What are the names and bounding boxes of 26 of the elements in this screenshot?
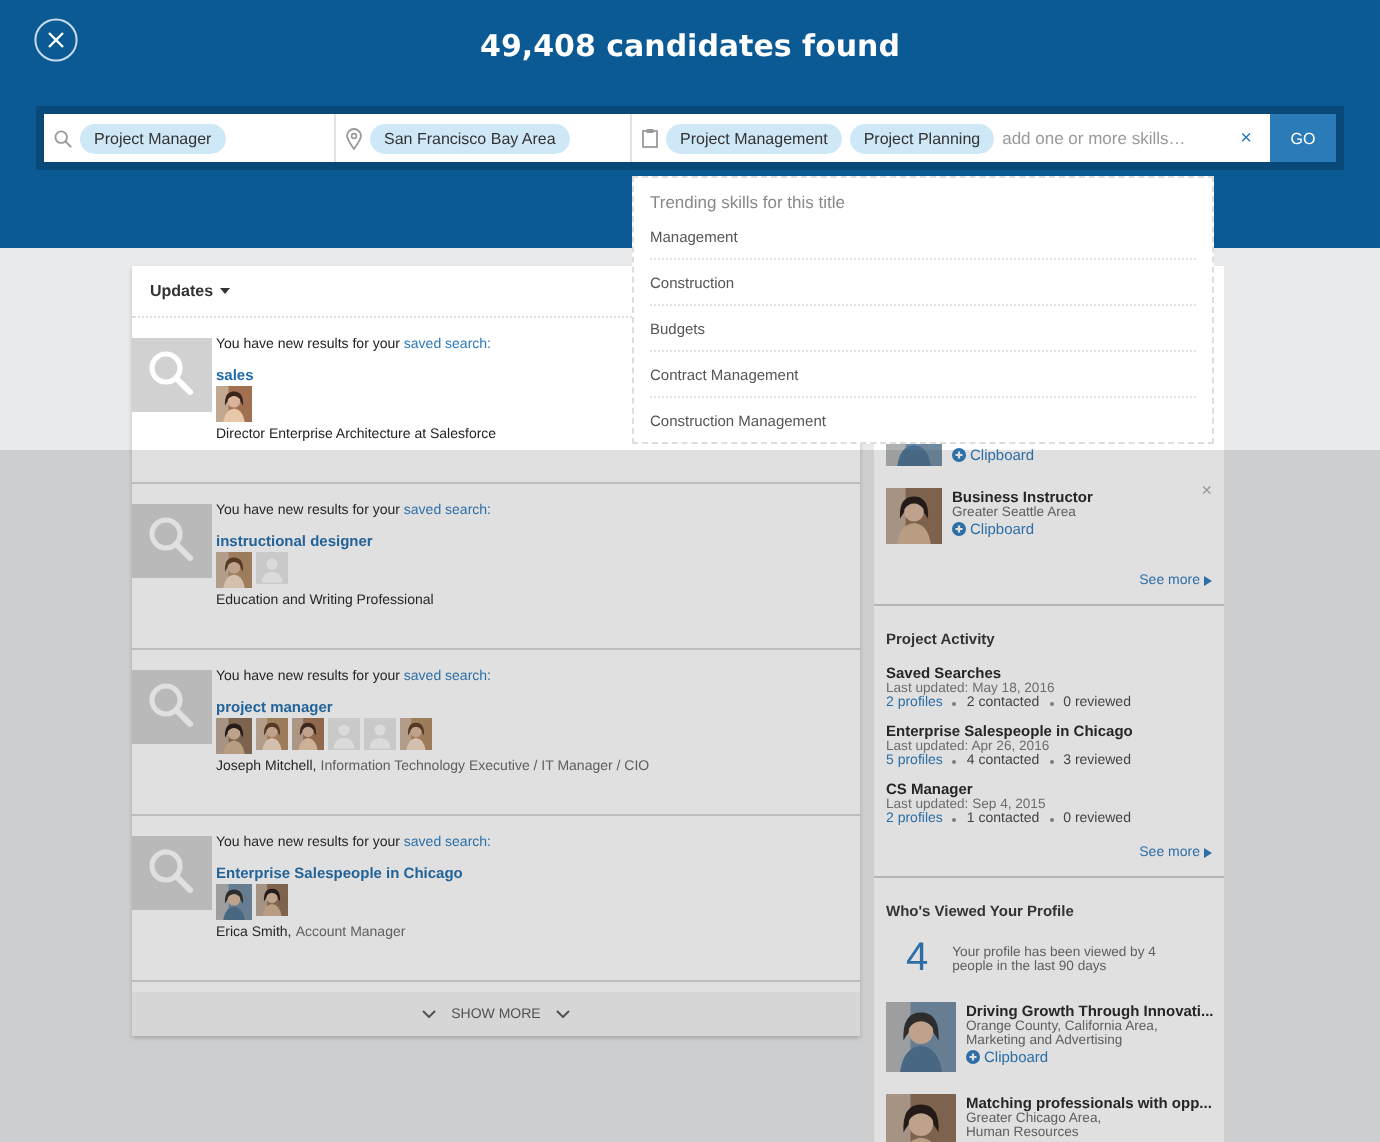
plus-circle-icon <box>952 448 966 462</box>
plus-circle-icon <box>952 522 966 536</box>
caret-icon <box>219 288 230 294</box>
chevron-down-icon <box>556 1010 571 1018</box>
close-button[interactable] <box>34 18 78 62</box>
plus-circle-icon <box>966 1050 980 1064</box>
dropdown-heading: Trending skills for this title <box>650 192 847 212</box>
filter-token[interactable]: Project Planning <box>849 123 995 153</box>
chevron-right-icon <box>1204 848 1212 858</box>
chevron-down-icon <box>421 1010 436 1018</box>
search-field[interactable]: San Francisco Bay Area <box>336 114 632 162</box>
clear-button[interactable]: × <box>1232 127 1260 149</box>
filter-token[interactable]: Project Management <box>666 123 842 153</box>
search-field[interactable]: Project Manager <box>44 114 336 162</box>
filter-token[interactable]: San Francisco Bay Area <box>370 123 570 153</box>
close-icon <box>34 18 78 62</box>
clipboard-icon <box>642 128 658 148</box>
view-count: 4 <box>906 936 929 982</box>
chevron-right-icon <box>1204 576 1212 586</box>
updates-dropdown[interactable]: Updates <box>150 282 230 300</box>
search-icon <box>54 129 72 147</box>
search-field[interactable]: Project Management Project Planning add one or more skills… × <box>632 114 1270 162</box>
location-pin-icon <box>346 127 362 149</box>
go-button[interactable]: GO <box>1270 114 1336 162</box>
filter-token[interactable]: Project Manager <box>80 123 226 153</box>
results-title: 49,408 candidates found <box>480 28 900 64</box>
